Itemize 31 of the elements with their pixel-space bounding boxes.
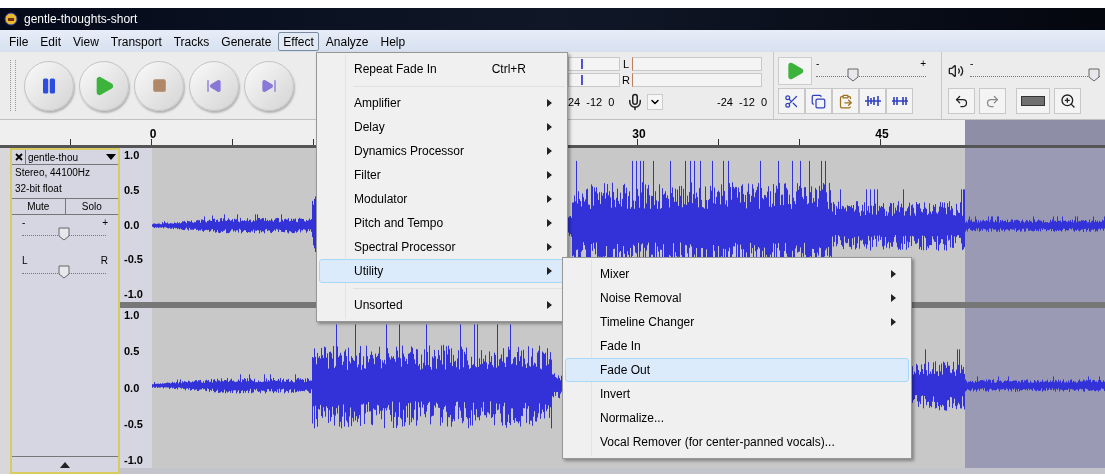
scale-label: 0.5 [124, 345, 141, 359]
slider-max-label: R [100, 257, 108, 265]
meter-channel-label: R [621, 72, 631, 88]
scale-label: -0.5 [124, 253, 144, 267]
window-title: gentle-thoughts-short [24, 11, 138, 28]
scale-label: 0.0 [124, 381, 141, 395]
slider-max-label: + [920, 60, 926, 68]
scale-label: 1.0 [124, 309, 141, 322]
ruler-label: 45 [875, 126, 889, 143]
meter-scale-label: 0 [760, 94, 767, 110]
meter-scale-label: -12 [738, 94, 755, 110]
slider-min-label: - [816, 60, 820, 68]
ruler-label: 0 [149, 126, 157, 143]
slider-min-label: - [970, 58, 974, 69]
scale-label: -0.5 [124, 417, 144, 431]
scale-label: 1.0 [124, 149, 141, 162]
meter-scale-label: -24 [717, 94, 733, 110]
meter-scale-label: 24 [568, 94, 581, 110]
meter-scale-label: -12 [586, 94, 603, 110]
scale-label: -1.0 [124, 454, 144, 467]
meter-scale-label: 0 [608, 94, 615, 110]
scale-label: 0.0 [124, 218, 141, 232]
slider-max-label: + [102, 219, 108, 227]
scale-label: 0.5 [124, 183, 141, 197]
scale-label: -1.0 [124, 288, 144, 301]
ruler-label: 30 [632, 126, 646, 143]
slider-min-label: - [22, 219, 26, 227]
meter-channel-label: L [621, 56, 631, 72]
slider-min-label: L [22, 257, 28, 265]
track-info: 32-bit float [14, 182, 63, 196]
track-info: Stereo, 44100Hz [14, 166, 92, 180]
